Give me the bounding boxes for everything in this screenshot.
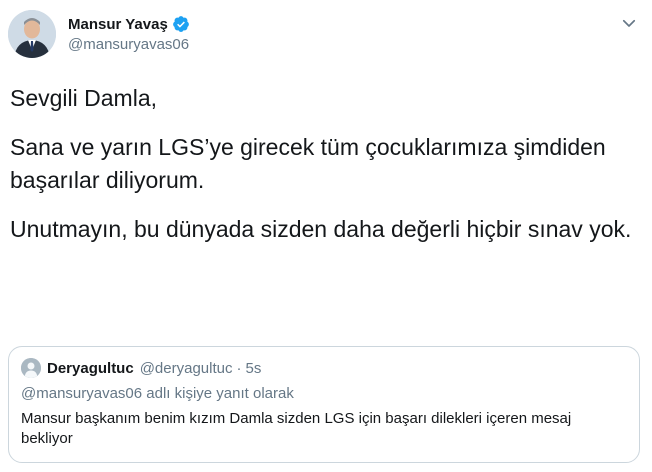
- verified-badge-icon: [172, 16, 189, 32]
- quoted-author-name: Deryagultuc: [47, 359, 134, 377]
- quoted-tweet-text: Mansur başkanım benim kızım Damla sizden…: [21, 410, 572, 447]
- tweet-text: Sevgili Damla, Sana ve yarın LGS’ye gire…: [10, 82, 642, 262]
- author-display-name[interactable]: Mansur Yavaş: [68, 16, 168, 33]
- avatar-portrait-icon: [8, 10, 56, 58]
- author-name-row: Mansur Yavaş: [68, 13, 190, 35]
- author-info: Mansur Yavaş @mansuryavas06: [68, 13, 190, 54]
- separator-dot: ·: [236, 359, 242, 377]
- quoted-author-avatar: [21, 358, 41, 378]
- reply-context: @mansuryavas06 adlı kişiye yanıt olarak: [21, 385, 294, 402]
- tweet-card: Mansur Yavaş @mansuryavas06 Sevgili Daml…: [0, 0, 652, 472]
- quoted-tweet-header: Deryagultuc @deryagultuc · 5s: [21, 358, 261, 378]
- quoted-timestamp[interactable]: 5s: [245, 360, 261, 377]
- default-avatar-icon: [21, 358, 41, 378]
- tweet-paragraph: Unutmayın, bu dünyada sizden daha değerl…: [10, 216, 632, 242]
- tweet-paragraph: Sana ve yarın LGS’ye girecek tüm çocukla…: [10, 134, 606, 193]
- quoted-author-handle: @deryagultuc: [139, 359, 233, 377]
- author-avatar[interactable]: [8, 10, 56, 58]
- author-handle[interactable]: @mansuryavas06: [68, 36, 190, 53]
- chevron-down-icon[interactable]: [620, 14, 638, 32]
- quoted-tweet[interactable]: Deryagultuc @deryagultuc · 5s @mansuryav…: [8, 346, 640, 463]
- tweet-paragraph: Sevgili Damla,: [10, 85, 157, 111]
